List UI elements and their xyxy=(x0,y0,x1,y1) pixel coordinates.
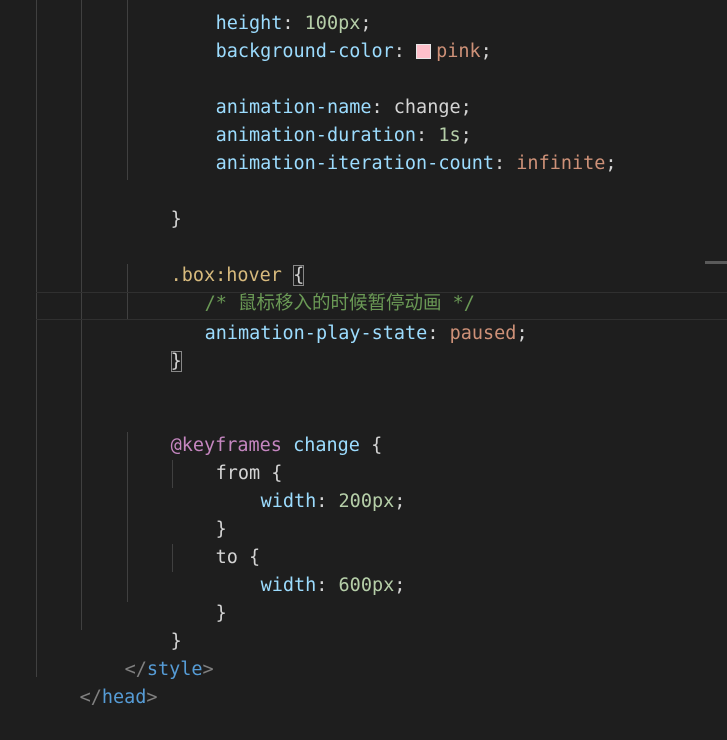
code-line: } xyxy=(171,572,227,624)
html-tag: head xyxy=(101,687,147,708)
code-line: animation-play-state: paused; xyxy=(204,323,528,344)
keyframes-name: change xyxy=(293,435,360,456)
css-property: width xyxy=(260,575,317,596)
css-property: background-color xyxy=(215,41,394,62)
closing-brace: } xyxy=(170,351,182,372)
css-property: animation-iteration-count xyxy=(215,153,495,174)
css-value: paused xyxy=(449,323,517,344)
code-line: .box:hover { xyxy=(126,234,305,286)
code-line: /* 鼠标移入的时候暂停动画 */ xyxy=(160,262,475,314)
code-line: } xyxy=(126,320,182,372)
css-value: pink xyxy=(436,41,481,62)
css-value: 600px xyxy=(338,575,395,596)
overview-ruler-marker xyxy=(705,261,727,264)
closing-brace: } xyxy=(170,209,182,230)
code-line: height: 100px; xyxy=(215,13,372,34)
tag-bracket: > xyxy=(146,687,158,708)
code-line: @keyframes change { xyxy=(126,404,383,456)
code-line: width: 200px; xyxy=(260,491,406,512)
code-editor[interactable]: height: 100px; background-color: pink; a… xyxy=(0,0,727,708)
closing-brace: } xyxy=(215,603,227,624)
code-line: </head> xyxy=(35,656,158,708)
css-value: 200px xyxy=(338,491,395,512)
code-line: </style> xyxy=(80,628,214,680)
css-value: infinite xyxy=(516,153,606,174)
tag-bracket: </ xyxy=(79,687,102,708)
code-line: from { xyxy=(171,432,283,484)
code-line: } xyxy=(126,600,182,652)
code-line: width: 600px; xyxy=(260,575,406,596)
indent-guide xyxy=(36,0,37,677)
opening-brace: { xyxy=(371,435,383,456)
code-line: } xyxy=(126,178,182,230)
code-line: animation-iteration-count: infinite; xyxy=(215,153,617,174)
css-property: animation-play-state xyxy=(204,323,428,344)
code-line: to { xyxy=(171,516,261,568)
css-property: width xyxy=(260,491,317,512)
code-line: } xyxy=(171,488,227,540)
code-line: animation-duration: 1s; xyxy=(215,125,472,146)
indent-guide xyxy=(127,0,128,180)
color-swatch-icon[interactable] xyxy=(416,44,432,59)
code-line: animation-name: change; xyxy=(215,97,472,118)
code-line: background-color: pink; xyxy=(215,41,492,62)
